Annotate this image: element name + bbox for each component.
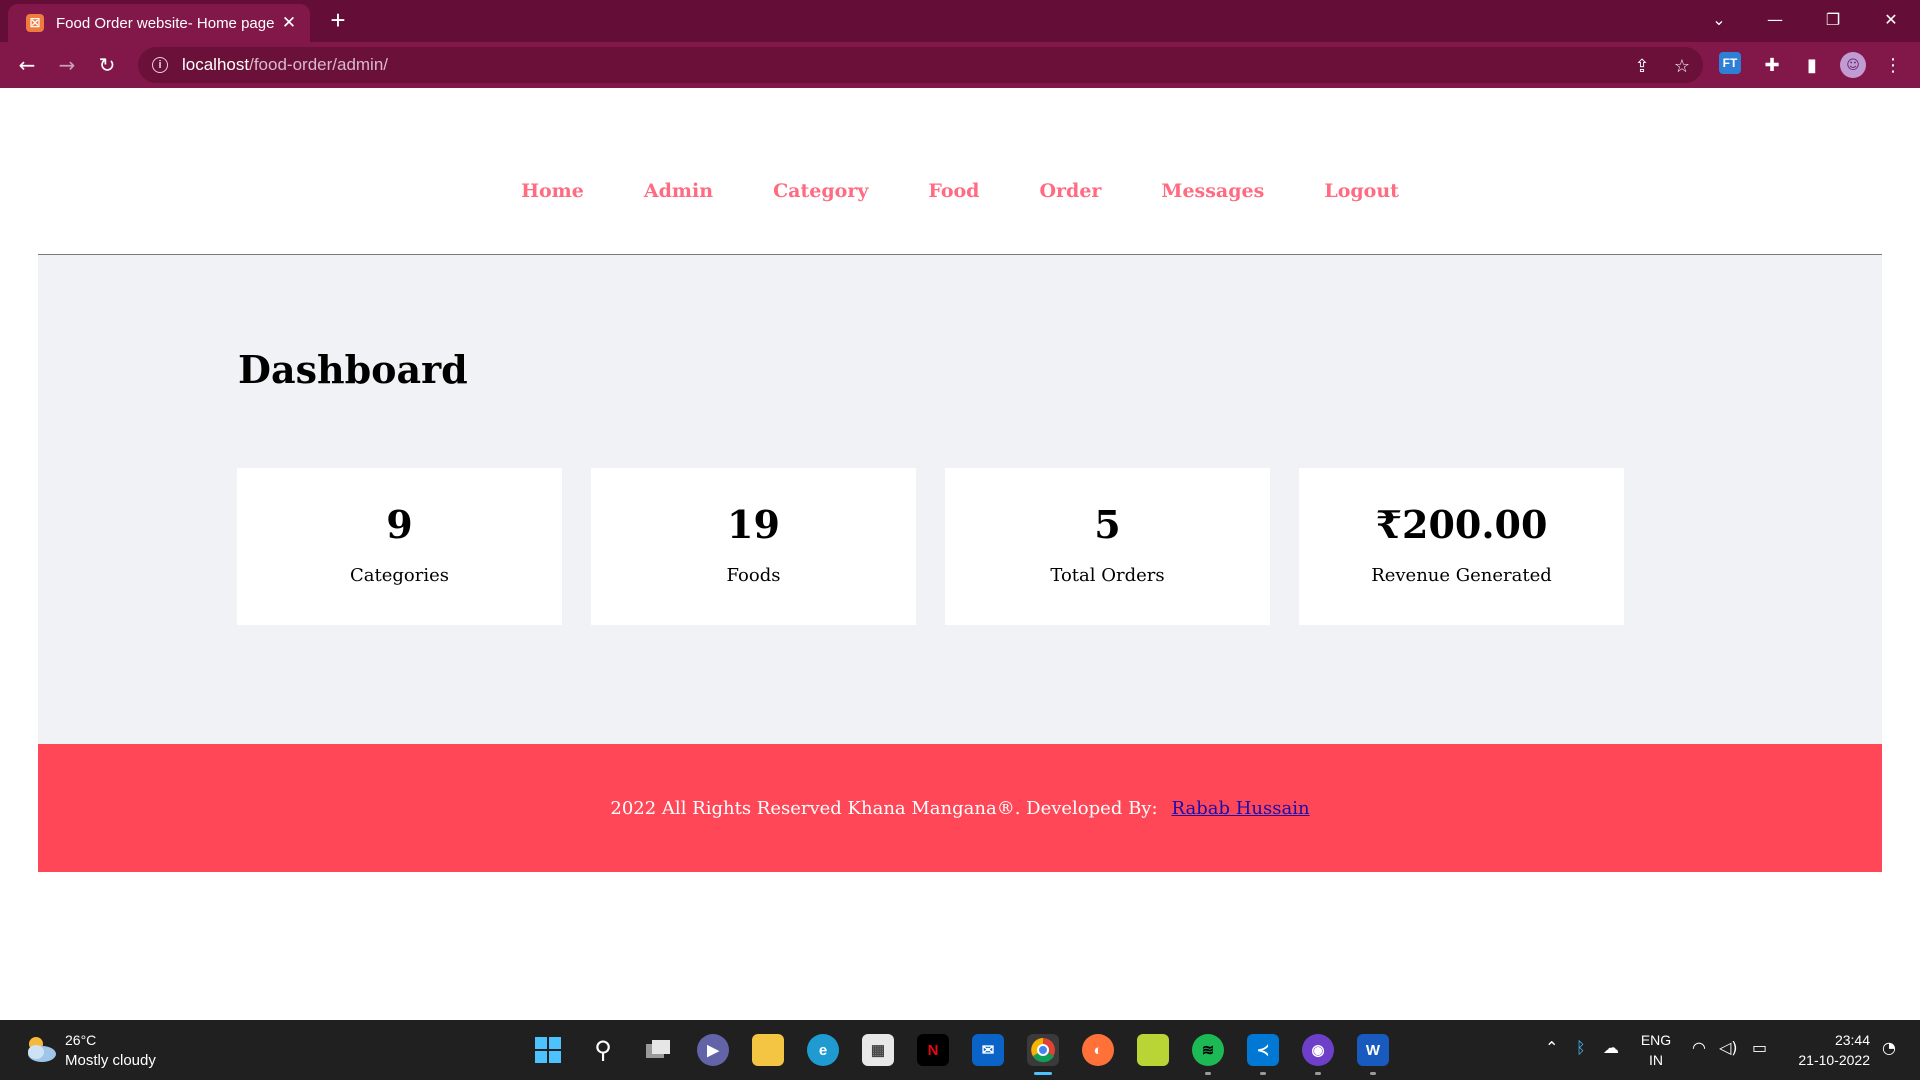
running-indicator (1315, 1072, 1321, 1075)
page-title: Dashboard (238, 347, 468, 392)
nav-logout-link[interactable]: Logout (1324, 180, 1399, 202)
clock-time[interactable]: 23:44 (1786, 1032, 1870, 1048)
stat-value: ₹200.00 (1375, 502, 1548, 547)
stat-card-revenue: ₹200.00 Revenue Generated (1299, 468, 1624, 625)
task-view-icon[interactable] (642, 1034, 674, 1066)
firefox-icon[interactable]: ◐ (1082, 1034, 1114, 1066)
battery-icon[interactable]: ▭ (1752, 1038, 1767, 1057)
share-icon[interactable]: ⇪ (1631, 55, 1653, 77)
url-host: localhost (182, 55, 250, 74)
stat-value: 5 (1094, 502, 1121, 547)
sticky-notes-icon[interactable] (1137, 1034, 1169, 1066)
microsoft-store-icon[interactable]: ▦ (862, 1034, 894, 1066)
url-path: /food-order/admin/ (249, 55, 389, 74)
forward-button[interactable]: → (52, 50, 82, 80)
github-desktop-icon[interactable]: ◉ (1302, 1034, 1334, 1066)
active-app-indicator (1034, 1072, 1052, 1075)
region-indicator[interactable]: IN (1638, 1052, 1674, 1068)
dashboard-section: Dashboard 9 Categories 19 Foods 5 Total … (38, 255, 1882, 744)
extension-ft-icon[interactable]: FT (1719, 52, 1741, 74)
bluetooth-icon[interactable]: ᛒ (1576, 1038, 1586, 1057)
mail-icon[interactable]: ✉ (972, 1034, 1004, 1066)
weather-temperature: 26°C (65, 1032, 97, 1048)
back-button[interactable]: ← (12, 50, 42, 80)
xampp-favicon-icon: ☒ (26, 14, 44, 32)
stat-value: 19 (727, 502, 780, 547)
stat-value: 9 (386, 502, 413, 547)
vscode-icon[interactable]: ≺ (1247, 1034, 1279, 1066)
start-windows-icon[interactable] (532, 1034, 564, 1066)
site-info-icon[interactable]: i (152, 57, 168, 73)
show-hidden-icons-chevron-icon[interactable]: ⌃ (1545, 1038, 1558, 1057)
nav-menu: Home Admin Category Food Order Messages … (0, 180, 1920, 202)
developer-link[interactable]: Rabab Hussain (1172, 798, 1310, 819)
running-indicator (1205, 1072, 1211, 1075)
language-indicator[interactable]: ENG (1638, 1032, 1674, 1048)
extensions-puzzle-icon[interactable]: ✚ (1759, 52, 1785, 78)
word-icon[interactable]: W (1357, 1034, 1389, 1066)
minimize-button[interactable]: — (1752, 0, 1798, 38)
address-bar[interactable]: i localhost/food-order/admin/ ⇪ ☆ (138, 47, 1703, 83)
stat-label: Total Orders (1050, 565, 1165, 586)
site-footer: 2022 All Rights Reserved Khana Mangana®.… (38, 744, 1882, 872)
onedrive-icon[interactable]: ☁ (1603, 1038, 1619, 1057)
stat-card-total-orders: 5 Total Orders (945, 468, 1270, 625)
running-indicator (1370, 1072, 1376, 1075)
stat-card-foods: 19 Foods (591, 468, 916, 625)
browser-tab-strip: ☒ Food Order website- Home page ✕ + ⌄ — … (0, 0, 1920, 42)
browser-toolbar: ← → ↻ i localhost/food-order/admin/ ⇪ ☆ … (0, 42, 1920, 88)
browser-tab[interactable]: ☒ Food Order website- Home page ✕ (8, 4, 310, 42)
stat-card-categories: 9 Categories (237, 468, 562, 625)
netflix-icon[interactable]: N (917, 1034, 949, 1066)
spotify-icon[interactable]: ≋ (1192, 1034, 1224, 1066)
close-window-button[interactable]: ✕ (1868, 0, 1914, 38)
stat-label: Foods (726, 565, 781, 586)
bookmark-star-icon[interactable]: ☆ (1671, 55, 1693, 77)
running-indicator (1260, 1072, 1266, 1075)
nav-messages-link[interactable]: Messages (1161, 180, 1264, 202)
wifi-icon[interactable]: ◠ (1692, 1038, 1706, 1057)
side-panel-icon[interactable]: ▮ (1799, 52, 1825, 78)
weather-cloud-icon[interactable] (22, 1032, 58, 1064)
tab-title: Food Order website- Home page (56, 14, 275, 32)
notifications-icon[interactable]: ◔ (1882, 1038, 1896, 1057)
nav-admin-link[interactable]: Admin (644, 180, 713, 202)
stat-label: Revenue Generated (1371, 565, 1552, 586)
reload-button[interactable]: ↻ (92, 50, 122, 80)
windows-taskbar: 26°C Mostly cloudy ⚲ ▶ e ▦ N ✉ ◐ ≋ ≺ ◉ W… (0, 1020, 1920, 1080)
chrome-icon[interactable] (1027, 1034, 1059, 1066)
nav-category-link[interactable]: Category (773, 180, 868, 202)
teams-chat-icon[interactable]: ▶ (697, 1034, 729, 1066)
nav-food-link[interactable]: Food (928, 180, 979, 202)
new-tab-button[interactable]: + (324, 5, 352, 35)
profile-avatar-icon[interactable]: ☺ (1840, 52, 1866, 78)
nav-order-link[interactable]: Order (1039, 180, 1101, 202)
edge-browser-icon[interactable]: e (807, 1034, 839, 1066)
site-navigation: Home Admin Category Food Order Messages … (0, 88, 1920, 254)
tab-close-icon[interactable]: ✕ (280, 13, 298, 33)
tab-search-icon[interactable]: ⌄ (1696, 0, 1742, 38)
volume-icon[interactable]: ◁) (1719, 1038, 1738, 1057)
restore-button[interactable]: ❐ (1810, 0, 1856, 38)
weather-description: Mostly cloudy (65, 1052, 156, 1069)
nav-home-link[interactable]: Home (521, 180, 584, 202)
search-icon[interactable]: ⚲ (587, 1034, 619, 1066)
clock-date[interactable]: 21-10-2022 (1786, 1052, 1870, 1068)
footer-copyright: 2022 All Rights Reserved Khana Mangana®.… (610, 797, 1158, 819)
menu-kebab-icon[interactable]: ⋮ (1880, 52, 1906, 78)
file-explorer-icon[interactable] (752, 1034, 784, 1066)
stat-label: Categories (350, 565, 449, 586)
